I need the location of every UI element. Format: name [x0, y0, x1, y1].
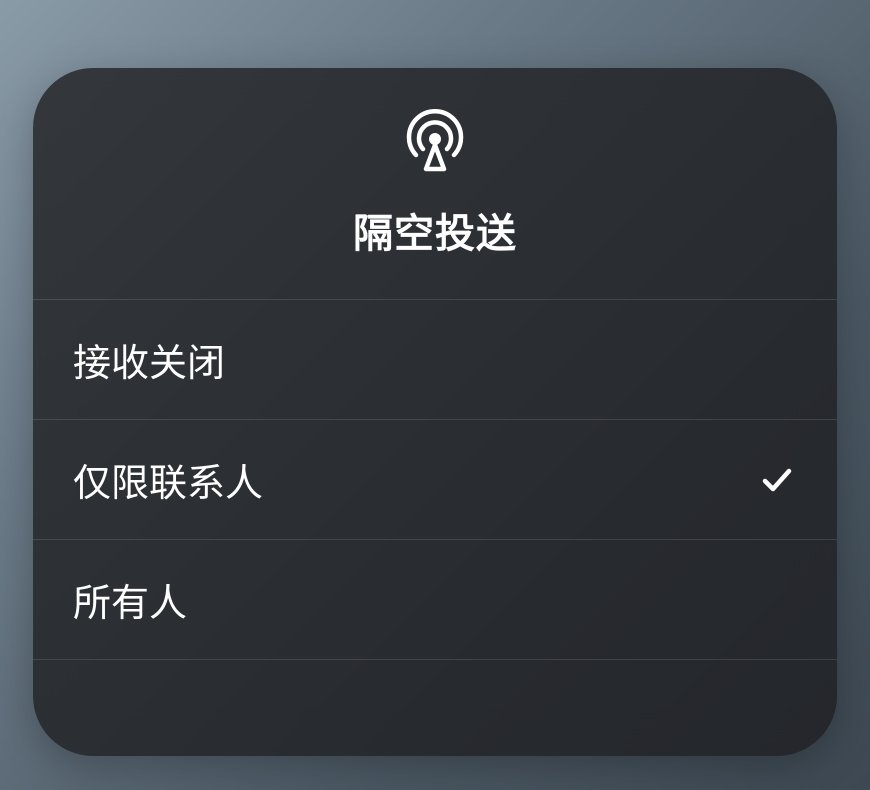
option-receiving-off[interactable]: 接收关闭: [33, 300, 837, 420]
panel-header: 隔空投送: [33, 68, 837, 300]
option-contacts-only[interactable]: 仅限联系人: [33, 420, 837, 540]
option-label: 接收关闭: [73, 332, 225, 387]
airdrop-icon: [403, 109, 467, 173]
option-label: 所有人: [73, 572, 187, 627]
panel-title: 隔空投送: [353, 201, 517, 259]
option-label: 仅限联系人: [73, 452, 263, 507]
airdrop-settings-panel: 隔空投送 接收关闭 仅限联系人 所有人: [33, 68, 837, 756]
checkmark-icon: [757, 460, 797, 500]
option-everyone[interactable]: 所有人: [33, 540, 837, 660]
